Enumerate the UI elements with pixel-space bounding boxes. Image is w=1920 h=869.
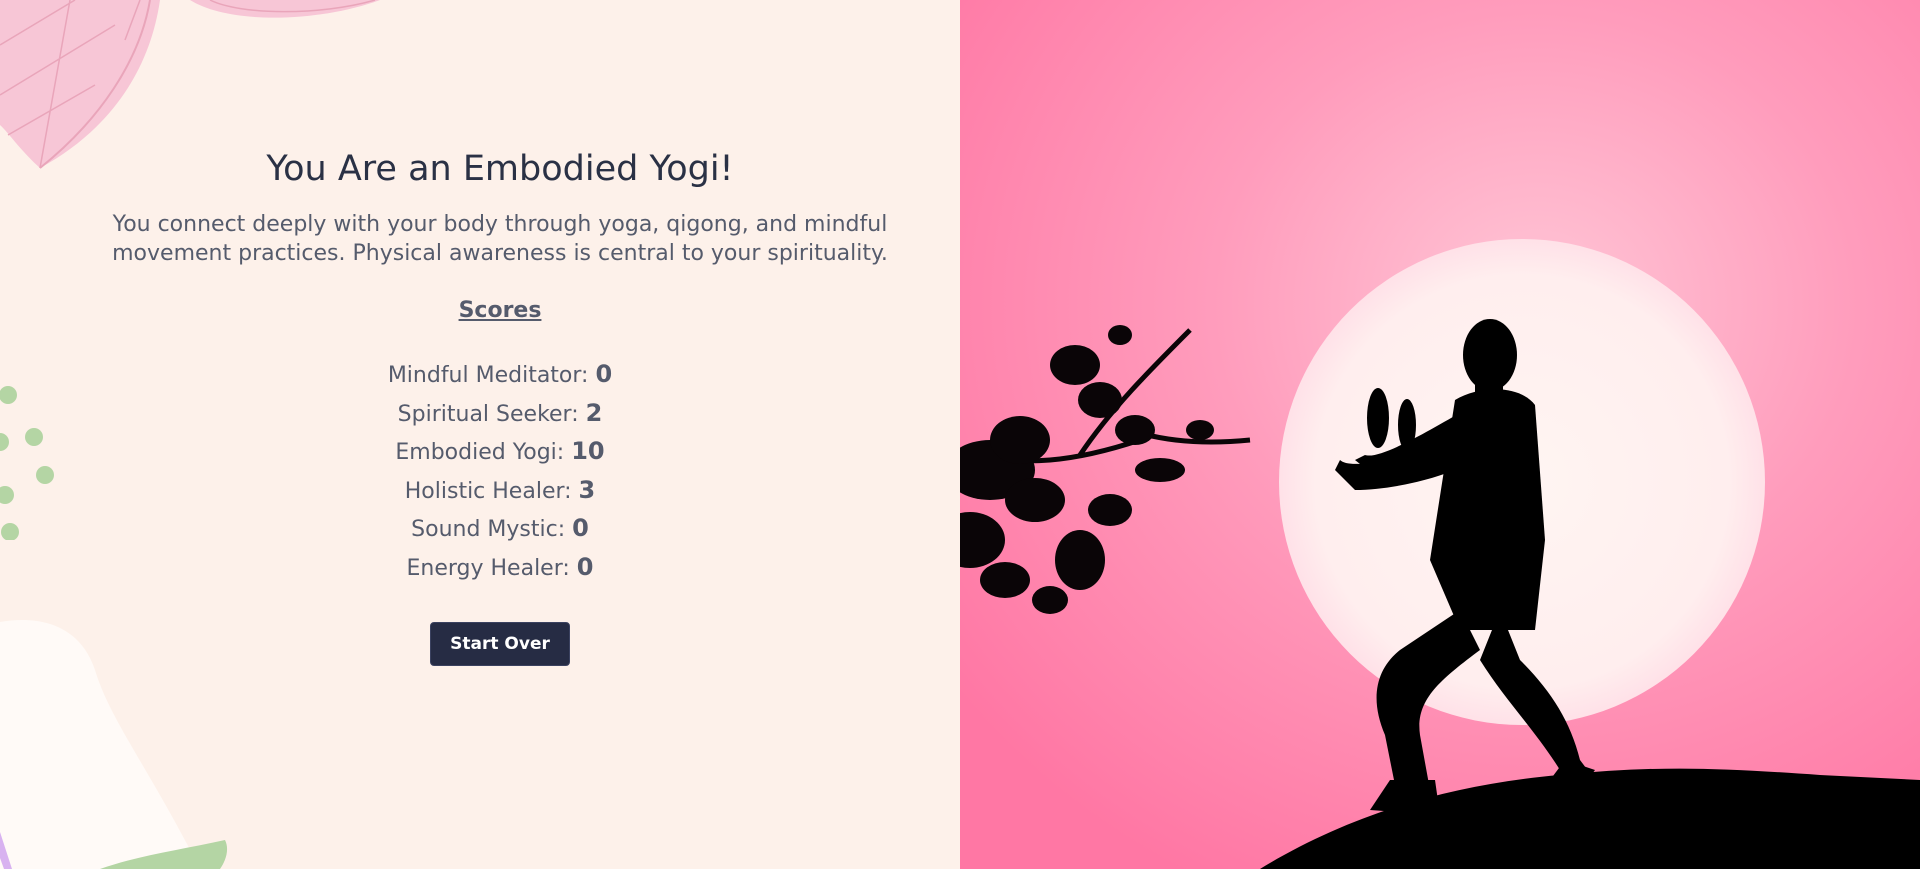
score-value: 0 [595, 360, 613, 388]
score-label: Sound Mystic: [411, 517, 566, 542]
score-list: Mindful Meditator: 0 Spiritual Seeker: 2… [0, 356, 960, 587]
score-value: 0 [572, 514, 589, 542]
score-row-embodied-yogi: Embodied Yogi: 10 [0, 433, 960, 472]
qigong-silhouette-moon-icon [960, 0, 1920, 869]
score-row-holistic-healer: Holistic Healer: 3 [0, 472, 960, 511]
score-label: Embodied Yogi: [395, 440, 565, 465]
score-value: 3 [578, 475, 596, 504]
score-value: 0 [576, 552, 594, 581]
score-row-sound-mystic: Sound Mystic: 0 [0, 510, 960, 549]
score-row-spiritual-seeker: Spiritual Seeker: 2 [0, 395, 960, 434]
score-row-mindful-meditator: Mindful Meditator: 0 [0, 356, 960, 395]
score-label: Spiritual Seeker: [397, 401, 579, 427]
start-over-button[interactable]: Start Over [430, 622, 570, 666]
result-title: You Are an Embodied Yogi! [266, 149, 734, 189]
hero-image-panel [960, 0, 1920, 869]
result-description: You connect deeply with your body throug… [112, 212, 888, 266]
score-value: 10 [571, 437, 605, 465]
score-value: 2 [585, 398, 603, 427]
score-row-energy-healer: Energy Healer: 0 [0, 549, 960, 588]
scores-heading: Scores [458, 298, 542, 323]
quiz-result-panel: You Are an Embodied Yogi! You connect de… [0, 0, 960, 869]
score-label: Mindful Meditator: [387, 363, 589, 388]
score-label: Holistic Healer: [404, 478, 572, 504]
result-content: You Are an Embodied Yogi! You connect de… [0, 148, 960, 666]
score-label: Energy Healer: [406, 555, 570, 581]
